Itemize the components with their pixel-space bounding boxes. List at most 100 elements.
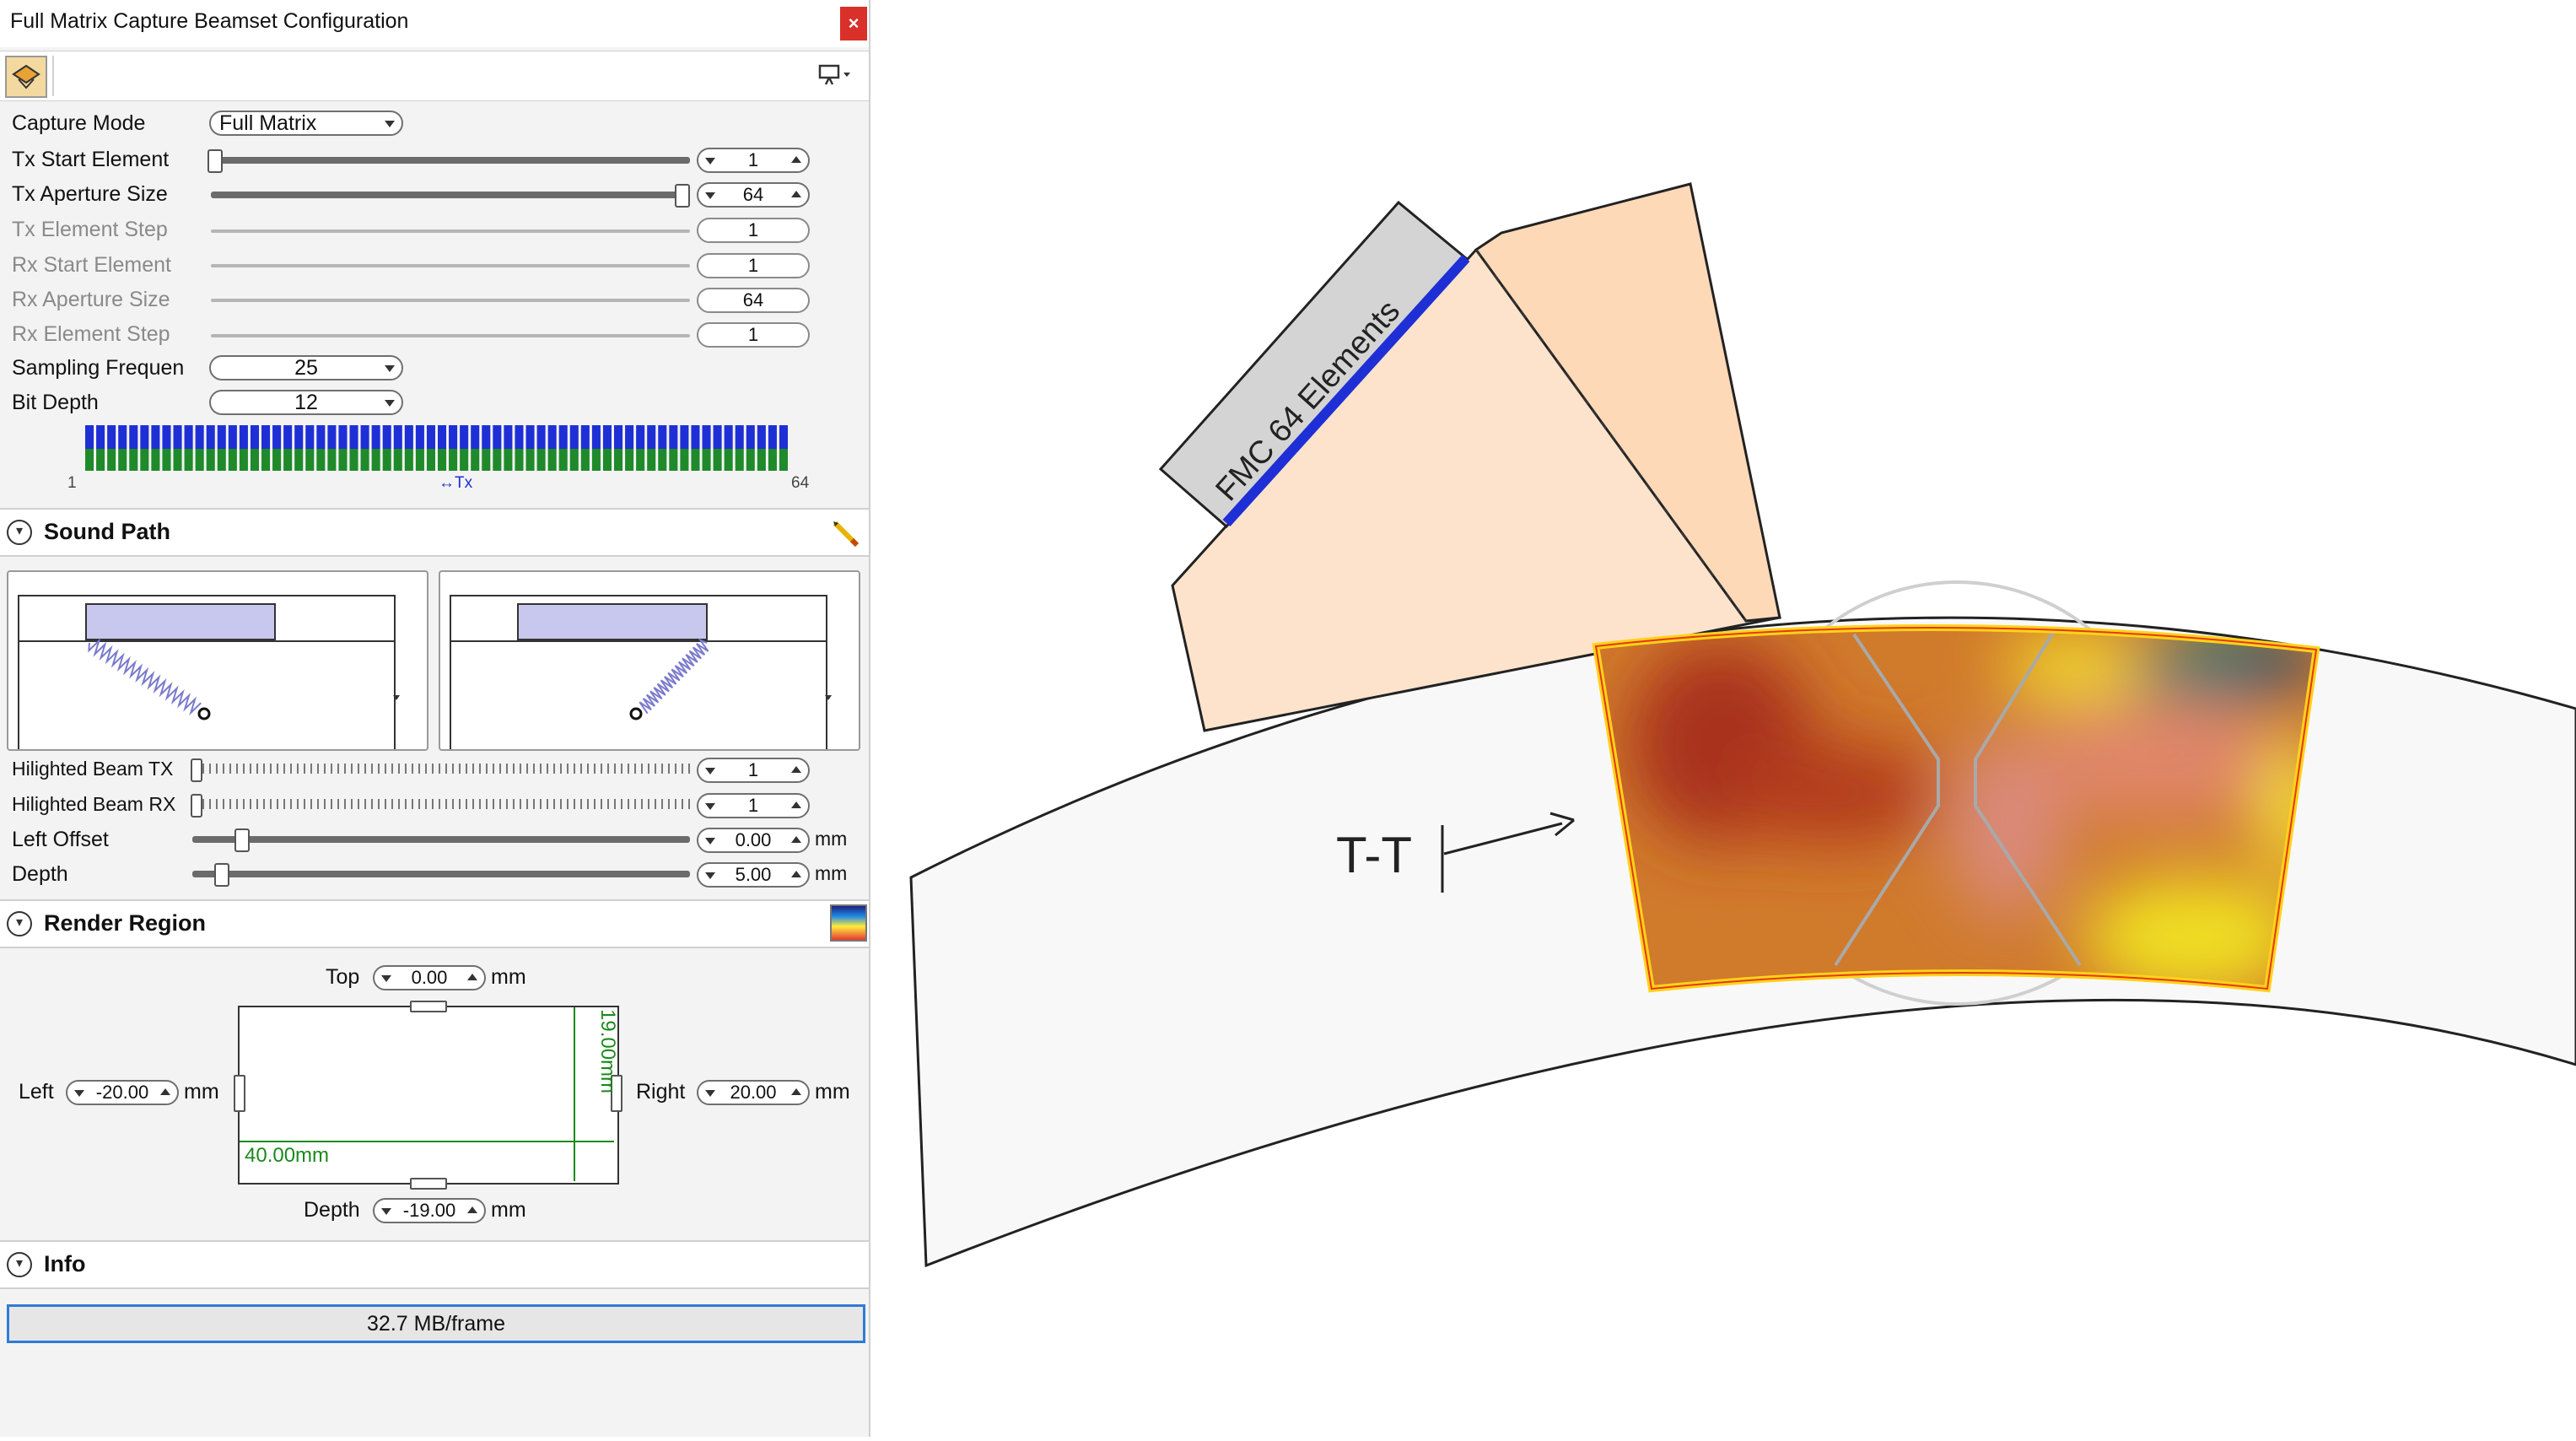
- color-palette-icon[interactable]: [830, 904, 867, 942]
- highlighted-rx-slider[interactable]: [196, 799, 690, 809]
- sound-path-depth-unit: mm: [815, 862, 848, 884]
- rx-element-bar: [404, 449, 413, 471]
- region-top-stepper[interactable]: 0.00: [373, 965, 486, 990]
- tx-step-slider: [211, 229, 690, 233]
- rx-element-bar: [504, 449, 513, 471]
- rx-element-bar: [129, 449, 138, 471]
- left-offset-stepper[interactable]: 0.00: [697, 828, 810, 853]
- region-width-readout: 40.00mm: [245, 1144, 330, 1167]
- tx-element-bar: [702, 425, 711, 449]
- region-left-value: -20.00: [95, 1082, 149, 1103]
- sampling-select[interactable]: 25: [209, 355, 403, 380]
- beamset-icon[interactable]: [5, 56, 47, 98]
- highlighted-rx-value: 1: [747, 795, 759, 816]
- tx-start-slider-thumb[interactable]: [207, 149, 223, 173]
- left-offset-slider[interactable]: [192, 836, 690, 843]
- sound-path-depth-stepper[interactable]: 5.00: [697, 862, 810, 888]
- info-header[interactable]: [0, 1240, 869, 1289]
- tx-start-slider[interactable]: [211, 157, 690, 164]
- bit-depth-select[interactable]: 12: [209, 390, 403, 415]
- tx-element-bar: [724, 425, 733, 449]
- tx-element-bar: [294, 425, 304, 449]
- rx-element-bar: [735, 449, 744, 471]
- chevron-down-icon[interactable]: ▾: [7, 1252, 32, 1277]
- rx-sound-path-preview[interactable]: [439, 570, 860, 757]
- region-bottom-handle[interactable]: [410, 1178, 447, 1190]
- close-button[interactable]: ×: [840, 7, 867, 40]
- rx-step-label: Rx Element Step: [12, 322, 170, 346]
- tx-aperture-value: 64: [742, 184, 764, 205]
- rx-element-bar: [173, 449, 182, 471]
- rx-start-value: 1: [747, 255, 759, 276]
- tx-aperture-stepper[interactable]: 64: [697, 182, 810, 208]
- tx-element-bar: [118, 425, 127, 449]
- highlighted-tx-slider[interactable]: [196, 764, 690, 774]
- display-options-icon[interactable]: [818, 62, 855, 88]
- rx-element-bar: [569, 449, 579, 471]
- frame-size-readout: 32.7 MB/frame: [7, 1304, 865, 1343]
- tx-start-label: Tx Start Element: [12, 148, 170, 171]
- left-offset-slider-thumb[interactable]: [234, 828, 250, 852]
- sound-path-depth-slider[interactable]: [192, 871, 690, 877]
- scan-plan-view[interactable]: FMC 64 Elements T-T: [870, 0, 2576, 1437]
- left-offset-unit: mm: [815, 828, 848, 850]
- tx-element-bar: [393, 425, 402, 449]
- rx-element-bar: [239, 449, 248, 471]
- tx-element-bar: [625, 425, 634, 449]
- render-region-heatmap: [1596, 627, 2316, 989]
- region-left-stepper[interactable]: -20.00: [66, 1080, 179, 1105]
- highlighted-tx-slider-thumb[interactable]: [191, 758, 202, 782]
- rx-aperture-value: 64: [742, 289, 764, 310]
- chevron-down-icon[interactable]: ▾: [7, 911, 32, 936]
- rx-element-bar: [658, 449, 667, 471]
- rx-start-slider: [211, 264, 690, 267]
- section-label: T-T: [1336, 827, 1412, 883]
- chevron-down-icon: [385, 365, 395, 372]
- rx-element-bar: [680, 449, 689, 471]
- tx-element-bar: [305, 425, 315, 449]
- pencil-icon[interactable]: [830, 516, 860, 548]
- tx-element-bar: [349, 425, 358, 449]
- rx-element-bar: [460, 449, 469, 471]
- region-right-value: 20.00: [730, 1082, 777, 1103]
- region-left-label: Left: [19, 1080, 54, 1104]
- window-title: Full Matrix Capture Beamset Configuratio…: [10, 9, 409, 33]
- rx-element-bar: [327, 449, 337, 471]
- rx-element-bar: [580, 449, 590, 471]
- tx-aperture-label: Tx Aperture Size: [12, 182, 168, 206]
- tx-element-bar: [636, 425, 645, 449]
- region-width-line: [240, 1141, 614, 1142]
- highlighted-rx-slider-thumb[interactable]: [191, 794, 202, 818]
- rx-element-bar: [724, 449, 733, 471]
- highlighted-tx-stepper[interactable]: 1: [697, 758, 810, 783]
- sound-path-depth-slider-thumb[interactable]: [214, 863, 229, 887]
- tx-element-bar: [272, 425, 282, 449]
- rx-element-bar: [338, 449, 348, 471]
- region-top-handle[interactable]: [410, 1001, 447, 1012]
- capture-mode-select[interactable]: Full Matrix: [209, 111, 403, 136]
- tx-element-bar: [360, 425, 369, 449]
- region-depth-stepper[interactable]: -19.00: [373, 1198, 486, 1223]
- rx-element-bar: [757, 449, 766, 471]
- highlighted-tx-label: Hilighted Beam TX: [12, 758, 174, 780]
- chevron-down-icon[interactable]: ▾: [7, 520, 32, 545]
- rx-element-bar: [702, 449, 711, 471]
- rx-element-bar: [184, 449, 193, 471]
- rx-element-bar: [305, 449, 315, 471]
- region-left-handle[interactable]: [234, 1075, 245, 1112]
- region-right-stepper[interactable]: 20.00: [697, 1080, 810, 1105]
- tx-aperture-slider[interactable]: [211, 192, 690, 198]
- highlighted-rx-stepper[interactable]: 1: [697, 793, 810, 818]
- rx-element-bar: [482, 449, 491, 471]
- tx-start-stepper[interactable]: 1: [697, 148, 810, 173]
- rx-element-bar: [426, 449, 435, 471]
- tx-element-bar: [515, 425, 524, 449]
- tx-sound-path-preview[interactable]: [7, 570, 428, 757]
- tx-element-bar: [504, 425, 513, 449]
- rx-element-bar: [415, 449, 424, 471]
- region-height-line: [574, 1007, 575, 1181]
- bit-depth-value: 12: [294, 391, 318, 414]
- tx-element-bar: [669, 425, 678, 449]
- rx-element-bar: [250, 449, 259, 471]
- tx-aperture-slider-thumb[interactable]: [675, 184, 690, 208]
